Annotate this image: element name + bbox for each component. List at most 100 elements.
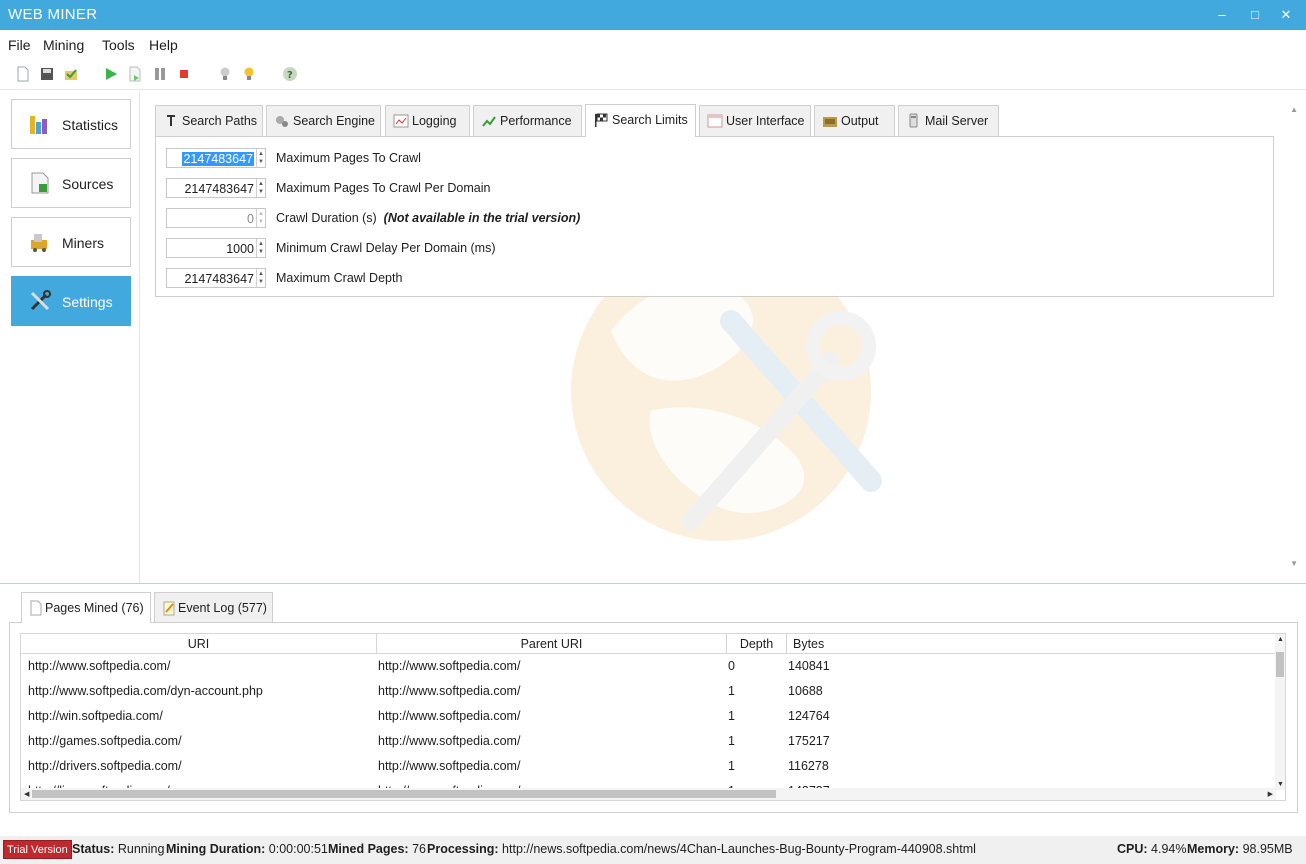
- trial-badge: Trial Version: [3, 840, 72, 859]
- tab-user-interface[interactable]: User Interface: [699, 105, 811, 136]
- column-depth[interactable]: Depth: [727, 634, 787, 654]
- vertical-scrollbar[interactable]: ▲ ▼: [1275, 634, 1285, 790]
- column-parent-uri[interactable]: Parent URI: [377, 634, 727, 654]
- horizontal-scrollbar[interactable]: ◀ ▶: [21, 788, 1276, 800]
- document-link-icon: [31, 172, 49, 194]
- save-icon[interactable]: [39, 66, 55, 82]
- open-icon[interactable]: [63, 66, 79, 82]
- stepper-value: 2147483647: [184, 272, 254, 286]
- close-button[interactable]: ✕: [1266, 0, 1306, 30]
- stepper-arrows: ▲ ▼: [256, 209, 264, 227]
- tab-mail-server[interactable]: Mail Server: [898, 105, 999, 136]
- tab-search-limits[interactable]: Search Limits: [585, 104, 696, 137]
- sidebar-item-settings[interactable]: Settings: [11, 276, 131, 326]
- gears-icon: [276, 116, 288, 127]
- title-bar: WEB MINER – □ ✕: [0, 0, 1306, 30]
- menu-file[interactable]: File: [8, 37, 31, 53]
- stepper-arrows[interactable]: ▲ ▼: [256, 269, 265, 287]
- bulb-off-icon[interactable]: [217, 66, 233, 82]
- sidebar-item-statistics[interactable]: Statistics: [11, 99, 131, 149]
- tab-logging[interactable]: Logging: [385, 105, 470, 136]
- page-icon: [30, 600, 42, 616]
- text-cursor-icon: [167, 115, 175, 126]
- scroll-up-arrow[interactable]: ▲: [1277, 636, 1284, 643]
- step-icon[interactable]: [127, 66, 143, 82]
- stepper-value: 0: [247, 212, 254, 226]
- sidebar-item-sources[interactable]: Sources: [11, 158, 131, 208]
- toolbar: ?: [0, 60, 1306, 90]
- notepad-icon: [163, 601, 175, 616]
- min-crawl-delay-stepper[interactable]: 1000 ▲ ▼: [166, 238, 266, 258]
- table-row[interactable]: http://www.softpedia.com/dyn-account.php…: [21, 679, 1276, 704]
- new-icon[interactable]: [15, 66, 31, 82]
- stepper-arrows[interactable]: ▲ ▼: [256, 149, 265, 167]
- status-mined-pages: Mined Pages: 76: [328, 842, 426, 856]
- menu-help[interactable]: Help: [149, 37, 178, 53]
- scroll-right-arrow[interactable]: ▶: [1268, 790, 1273, 798]
- status-memory: Memory: 98.95MB: [1187, 842, 1293, 856]
- tools-icon: [30, 290, 51, 311]
- limit-label: Maximum Crawl Depth: [276, 271, 403, 285]
- status-running: Status: Running: [72, 842, 165, 856]
- sidebar-item-miners[interactable]: Miners: [11, 217, 131, 267]
- table-row[interactable]: http://drivers.softpedia.com/ http://www…: [21, 754, 1276, 779]
- status-cpu: CPU: 4.94%: [1117, 842, 1187, 856]
- stepper-arrows[interactable]: ▲ ▼: [256, 239, 265, 257]
- bar-chart-icon: [30, 116, 47, 134]
- scroll-thumb[interactable]: [1276, 652, 1284, 677]
- start-icon[interactable]: [103, 66, 119, 82]
- max-crawl-depth-stepper[interactable]: 2147483647 ▲ ▼: [166, 268, 266, 288]
- max-pages-stepper[interactable]: 2147483647 ▲ ▼: [166, 148, 266, 168]
- sidebar-item-label: Settings: [62, 294, 113, 310]
- limit-label: Crawl Duration (s) (Not available in the…: [276, 211, 581, 225]
- table-row[interactable]: http://win.softpedia.com/ http://www.sof…: [21, 704, 1276, 729]
- scroll-left-arrow[interactable]: ◀: [24, 790, 29, 798]
- splitter[interactable]: [0, 583, 1306, 584]
- window-title: WEB MINER: [8, 6, 98, 23]
- table-row[interactable]: http://games.softpedia.com/ http://www.s…: [21, 729, 1276, 754]
- search-limits-panel: 2147483647 ▲ ▼ Maximum Pages To Crawl 214…: [155, 136, 1274, 297]
- sidebar-item-label: Statistics: [62, 117, 119, 133]
- bulb-on-icon[interactable]: [241, 66, 257, 82]
- stepper-value: 1000: [226, 242, 254, 256]
- tab-pages-mined[interactable]: Pages Mined (76): [21, 592, 151, 623]
- stop-icon[interactable]: [176, 66, 192, 82]
- tab-event-log[interactable]: Event Log (577): [154, 592, 273, 622]
- column-bytes[interactable]: Bytes: [787, 634, 1276, 654]
- menu-mining[interactable]: Mining: [43, 37, 84, 53]
- stepper-value: 2147483647: [182, 152, 254, 166]
- menu-bar: File Mining Tools Help: [0, 30, 1306, 60]
- limit-label: Maximum Pages To Crawl: [276, 151, 421, 165]
- table-header: URI Parent URI Depth Bytes: [21, 634, 1276, 654]
- tab-search-engine[interactable]: Search Engine: [266, 105, 381, 136]
- status-duration: Mining Duration: 0:00:00:51: [166, 842, 328, 856]
- tab-output[interactable]: Output: [814, 105, 895, 136]
- max-pages-per-domain-stepper[interactable]: 2147483647 ▲ ▼: [166, 178, 266, 198]
- scroll-thumb[interactable]: [32, 790, 776, 798]
- svg-text:?: ?: [287, 70, 293, 81]
- stepper-arrows[interactable]: ▲ ▼: [256, 179, 265, 197]
- limit-label: Minimum Crawl Delay Per Domain (ms): [276, 241, 496, 255]
- menu-tools[interactable]: Tools: [102, 37, 135, 53]
- column-uri[interactable]: URI: [21, 634, 377, 654]
- tab-search-paths[interactable]: Search Paths: [155, 105, 263, 136]
- mail-server-icon: [909, 113, 918, 128]
- limit-label: Maximum Pages To Crawl Per Domain: [276, 181, 491, 195]
- trial-note: (Not available in the trial version): [383, 211, 581, 225]
- stepper-value: 2147483647: [184, 182, 254, 196]
- scroll-up-arrow[interactable]: ▲: [1290, 105, 1298, 114]
- tab-performance[interactable]: Performance: [473, 105, 582, 136]
- pause-icon[interactable]: [152, 66, 168, 82]
- sidebar-item-label: Miners: [62, 235, 105, 251]
- checkered-flag-icon: [595, 113, 608, 127]
- help-icon[interactable]: ?: [282, 66, 298, 82]
- scroll-down-arrow[interactable]: ▼: [1290, 559, 1298, 568]
- output-box-icon: [823, 117, 837, 127]
- table-row[interactable]: http://www.softpedia.com/ http://www.sof…: [21, 654, 1276, 679]
- miner-cart-icon: [31, 234, 47, 252]
- scroll-down-arrow[interactable]: ▼: [1277, 781, 1284, 788]
- pages-table: URI Parent URI Depth Bytes http://www.so…: [20, 633, 1286, 801]
- sidebar: Statistics Sources Miners Settings: [0, 91, 140, 583]
- log-chart-icon: [393, 114, 409, 128]
- status-processing: Processing: http://news.softpedia.com/ne…: [427, 842, 976, 856]
